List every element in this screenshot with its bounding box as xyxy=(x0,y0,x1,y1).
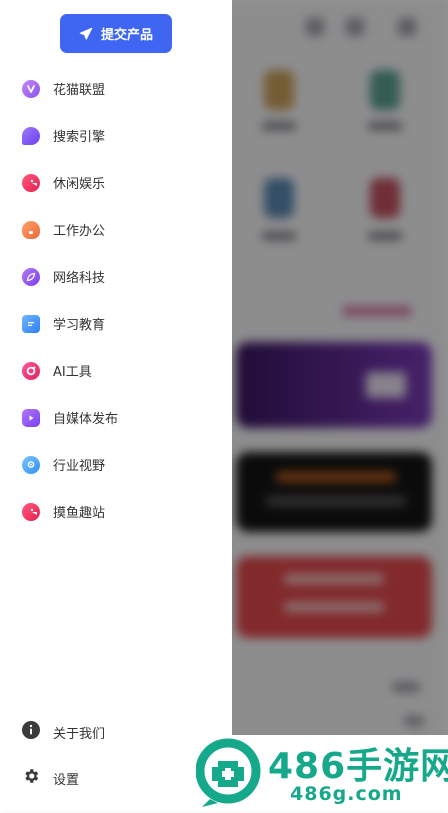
about-us-label: 关于我们 xyxy=(53,726,106,742)
info-icon xyxy=(22,721,40,743)
nav-item-label: 学习教育 xyxy=(53,318,106,333)
watermark-logo-icon xyxy=(195,737,264,813)
watermark-domain: 486g.com xyxy=(290,783,403,805)
paper-plane-icon xyxy=(79,27,93,41)
game-face-icon xyxy=(22,173,40,192)
submit-product-label: 提交产品 xyxy=(100,28,153,43)
nav-item-self-media[interactable]: 自媒体发布 xyxy=(0,394,232,441)
nav-item-label: 工作办公 xyxy=(53,224,106,239)
nav-item-education[interactable]: 学习教育 xyxy=(0,300,232,347)
nav-item-fun-sites[interactable]: 摸鱼趣站 xyxy=(0,488,232,535)
compass-leaf-icon xyxy=(22,267,40,286)
side-drawer: 提交产品 花猫联盟 搜索引擎 休闲娱乐 工作办公 网络科技 学习教育 AI工具 … xyxy=(0,0,232,811)
gear-icon xyxy=(22,767,40,789)
nav-item-label: 自媒体发布 xyxy=(53,412,119,427)
nav-item-label: 花猫联盟 xyxy=(53,83,106,98)
book-icon xyxy=(22,314,40,333)
webcam-icon xyxy=(22,455,40,474)
game-face-icon xyxy=(22,502,40,521)
category-nav: 花猫联盟 搜索引擎 休闲娱乐 工作办公 网络科技 学习教育 AI工具 自媒体发布… xyxy=(0,65,232,535)
nav-item-search-engine[interactable]: 搜索引擎 xyxy=(0,112,232,159)
ring-icon xyxy=(22,361,40,380)
about-us-link[interactable]: 关于我们 xyxy=(22,720,105,744)
lightbulb-icon xyxy=(22,220,40,239)
settings-link[interactable]: 设置 xyxy=(22,766,79,790)
watermark: 486手游网 486g.com xyxy=(190,735,448,811)
nav-item-industry[interactable]: 行业视野 xyxy=(0,441,232,488)
settings-label: 设置 xyxy=(53,772,80,788)
nav-item-label: AI工具 xyxy=(53,365,92,380)
nav-item-office[interactable]: 工作办公 xyxy=(0,206,232,253)
nav-item-leisure[interactable]: 休闲娱乐 xyxy=(0,159,232,206)
watermark-title: 486手游网 xyxy=(268,746,448,787)
nav-item-label: 网络科技 xyxy=(53,271,106,286)
nav-item-label: 摸鱼趣站 xyxy=(53,506,106,521)
chat-bubble-icon xyxy=(22,126,40,145)
nav-item-label: 休闲娱乐 xyxy=(53,177,106,192)
nav-item-ai-tools[interactable]: AI工具 xyxy=(0,347,232,394)
nav-item-label: 行业视野 xyxy=(53,459,106,474)
v-badge-icon xyxy=(22,79,40,98)
submit-product-button[interactable]: 提交产品 xyxy=(60,14,172,53)
nav-item-label: 搜索引擎 xyxy=(53,130,106,145)
tv-play-icon xyxy=(22,408,40,427)
nav-item-huamao[interactable]: 花猫联盟 xyxy=(0,65,232,112)
nav-item-tech[interactable]: 网络科技 xyxy=(0,253,232,300)
